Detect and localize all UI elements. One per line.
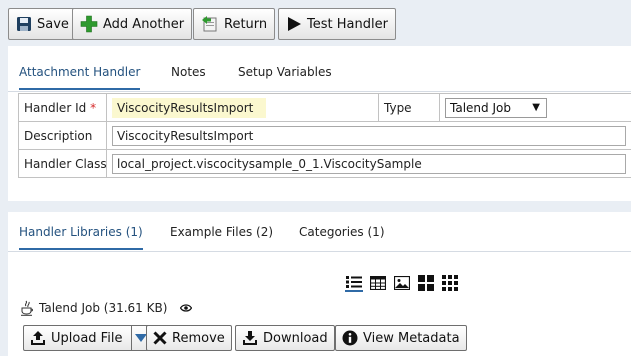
description-input[interactable]: ViscocityResultsImport [112,125,626,146]
handler-id-cell: ViscocityResultsImport [106,93,379,122]
add-another-button[interactable]: Add Another [72,8,193,40]
required-mark: * [90,100,97,115]
type-label: Type [378,93,440,122]
handler-panel: Attachment Handler Notes Setup Variables… [8,46,631,201]
form-row-description: Description ViscocityResultsImport [18,121,631,150]
large-grid-view-icon[interactable] [417,274,435,292]
save-button[interactable]: Save [8,8,77,40]
handler-id-input[interactable]: ViscocityResultsImport [112,97,266,118]
handler-form: Handler Id * ViscocityResultsImport Type… [18,93,631,178]
view-metadata-button[interactable]: View Metadata [335,325,467,351]
handler-class-input[interactable]: local_project.viscocitysample_0_1.Viscoc… [112,153,626,174]
java-icon [21,300,33,316]
tab-setup-variables[interactable]: Setup Variables [238,54,332,90]
test-handler-button[interactable]: Test Handler [278,8,396,40]
play-icon [288,17,301,31]
tab-handler-libraries[interactable]: Handler Libraries (1) [19,214,143,250]
eye-icon[interactable] [180,304,193,312]
list-view-icon[interactable] [345,274,363,292]
save-icon [17,17,31,31]
form-row-handler-id: Handler Id * ViscocityResultsImport Type… [18,93,631,122]
small-grid-view-icon[interactable] [441,274,459,292]
description-cell: ViscocityResultsImport [106,121,631,150]
attachment-name: Talend Job (31.61 KB) [39,301,168,315]
upload-file-button[interactable]: Upload File [23,325,152,351]
handler-id-label: Handler Id * [18,93,107,122]
download-button[interactable]: Download [235,325,335,351]
upload-icon [31,331,45,345]
view-mode-switcher [345,274,459,292]
tab-attachment-handler[interactable]: Attachment Handler [19,54,141,90]
tab-notes[interactable]: Notes [171,54,206,90]
return-button[interactable]: Return [193,8,276,40]
type-cell: Talend Job ▼ [439,93,631,122]
tab-categories[interactable]: Categories (1) [299,214,385,250]
chevron-down-icon: ▼ [532,101,540,113]
tab-example-files[interactable]: Example Files (2) [170,214,273,250]
attachment-item[interactable]: Talend Job (31.61 KB) [20,300,193,316]
handler-class-cell: local_project.viscocitysample_0_1.Viscoc… [106,149,631,178]
plus-icon [80,15,98,33]
table-view-icon[interactable] [369,274,387,292]
close-icon [153,331,167,345]
type-select[interactable]: Talend Job ▼ [445,97,547,118]
info-icon [342,330,358,346]
download-icon [243,331,257,345]
bottom-tabs: Handler Libraries (1) Example Files (2) … [8,214,631,252]
description-label: Description [18,121,107,150]
libraries-panel: Handler Libraries (1) Example Files (2) … [8,212,631,356]
handler-class-label: Handler Class [18,149,107,178]
return-icon [202,16,217,32]
top-tabs: Attachment Handler Notes Setup Variables [8,54,631,92]
tabs-divider [8,251,631,252]
remove-button[interactable]: Remove [146,325,232,351]
tabs-divider [8,91,631,92]
form-row-handler-class: Handler Class local_project.viscocitysam… [18,149,631,178]
image-view-icon[interactable] [393,274,411,292]
